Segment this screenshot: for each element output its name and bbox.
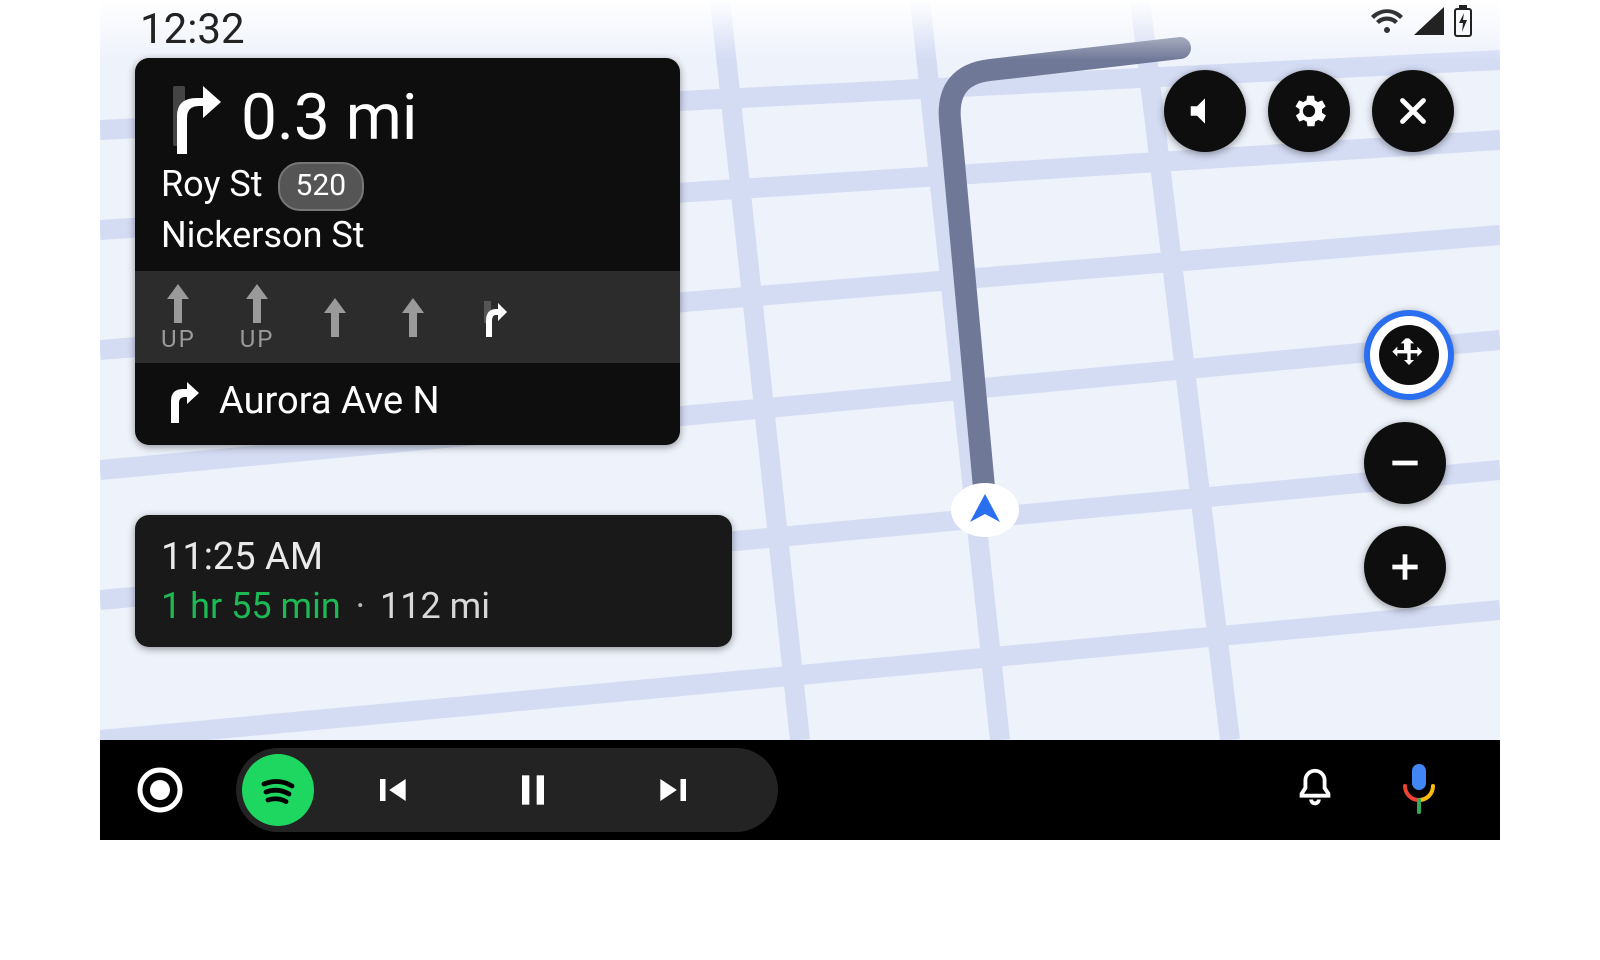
dest-street-1: Roy St [161, 163, 263, 205]
turn-right-small-icon [161, 377, 201, 425]
skip-previous-icon [369, 768, 413, 812]
mic-icon [1398, 762, 1440, 814]
pause-icon [511, 768, 555, 812]
zoom-in-button[interactable] [1364, 526, 1446, 608]
close-button[interactable] [1372, 70, 1454, 152]
bell-icon [1292, 765, 1338, 811]
spotify-icon [254, 766, 302, 814]
status-bar-icons [1370, 5, 1472, 37]
next-step-row: Aurora Ave N [135, 363, 680, 445]
lane-guidance-row: UP UP [135, 271, 680, 363]
pause-button[interactable] [468, 768, 598, 812]
eta-distance: 112 mi [380, 585, 490, 627]
mute-icon [1186, 92, 1224, 130]
navigation-card: 0.3 mi Roy St 520 Nickerson St UP UP Aur… [135, 58, 680, 445]
media-controls [236, 748, 778, 832]
next-track-button[interactable] [610, 768, 740, 812]
voice-assistant-button[interactable] [1398, 762, 1440, 818]
pan-button[interactable] [1364, 310, 1454, 400]
settings-button[interactable] [1268, 70, 1350, 152]
route-badge: 520 [278, 162, 365, 211]
battery-charging-icon [1454, 5, 1472, 37]
plus-icon [1386, 548, 1424, 586]
close-icon [1395, 93, 1431, 129]
turn-distance: 0.3 mi [241, 80, 417, 155]
home-button[interactable] [100, 765, 220, 815]
home-icon [135, 765, 185, 815]
minus-icon [1386, 444, 1424, 482]
previous-track-button[interactable] [326, 768, 456, 812]
dest-street-2: Nickerson St [161, 211, 654, 260]
skip-next-icon [653, 768, 697, 812]
gear-icon [1288, 90, 1330, 132]
turn-right-icon [161, 78, 223, 156]
eta-card[interactable]: 11:25 AM 1 hr 55 min · 112 mi [135, 515, 732, 647]
zoom-out-button[interactable] [1364, 422, 1446, 504]
eta-duration: 1 hr 55 min [161, 585, 341, 627]
status-bar-time: 12:32 [140, 5, 245, 54]
next-street: Aurora Ave N [219, 379, 440, 423]
pan-icon [1389, 335, 1429, 375]
cell-signal-icon [1414, 7, 1444, 35]
spotify-button[interactable] [242, 754, 314, 826]
mute-button[interactable] [1164, 70, 1246, 152]
eta-arrival-time: 11:25 AM [161, 535, 706, 579]
eta-separator: · [356, 585, 365, 627]
bottom-bar [100, 740, 1500, 840]
wifi-icon [1370, 7, 1404, 35]
notifications-button[interactable] [1292, 765, 1338, 815]
